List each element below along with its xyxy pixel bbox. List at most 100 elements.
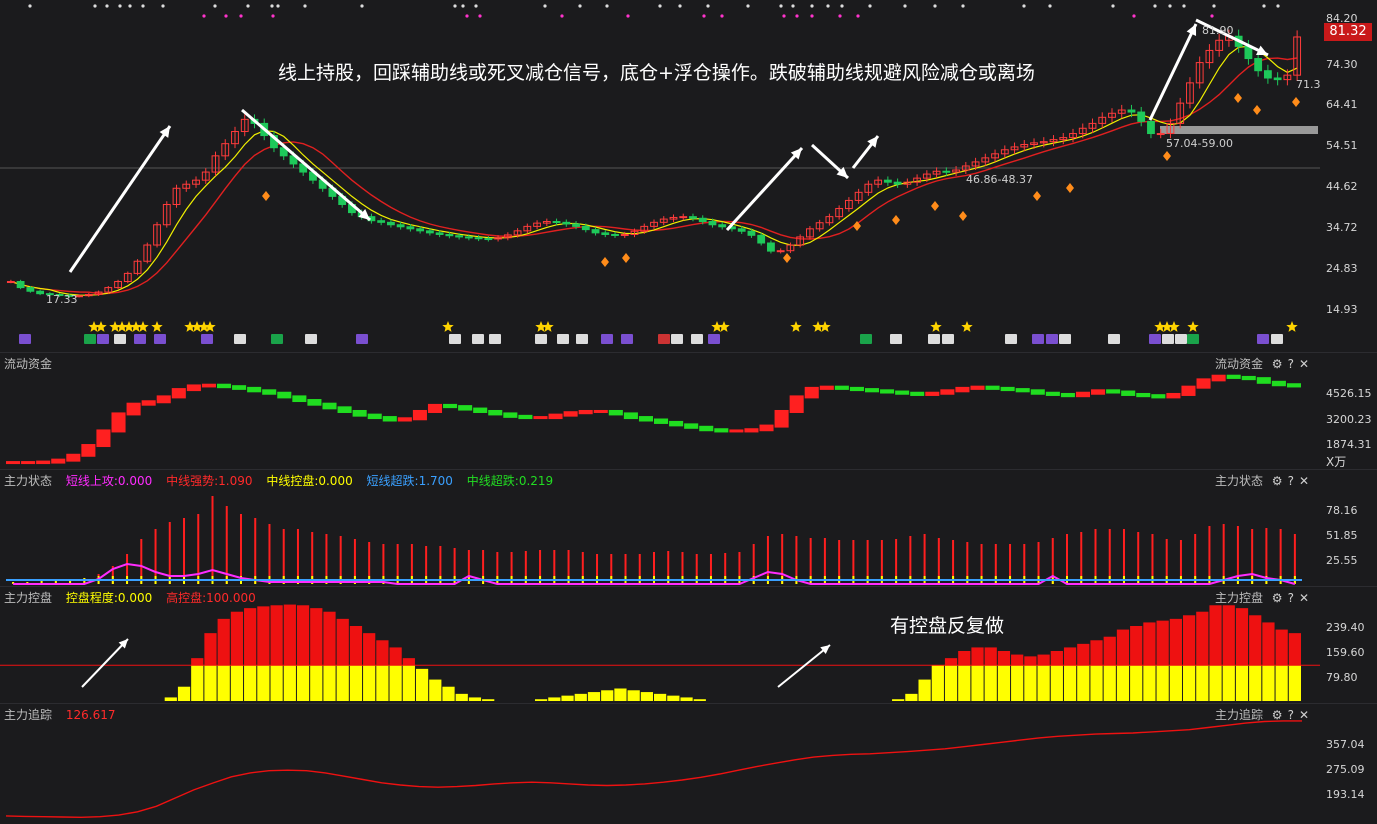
candle-body [757,234,766,244]
close-icon[interactable]: ✕ [1299,357,1309,371]
settings-icon[interactable]: ⚙ [1272,708,1283,722]
candle-body [581,225,590,231]
flow-segment [1211,374,1226,382]
state-panel-legend: 主力状态 短线上攻:0.000 中线强势:1.090 中线控盘:0.000 短线… [4,472,553,489]
control-bar-yellow [363,665,376,701]
trend-arrow [1148,23,1198,121]
top-marker [105,4,109,8]
flow-segment [1045,391,1060,396]
track-panel-controls: 主力追踪 ⚙? ✕ [1215,706,1309,723]
close-icon[interactable]: ✕ [1299,474,1309,488]
top-marker [746,4,750,8]
control-bar-red [1235,608,1249,666]
candle-body [425,230,434,234]
signal-badge [576,334,588,344]
flow-segment [186,384,201,392]
control-bar-yellow [667,695,680,701]
price-axis-tick: 44.62 [1326,180,1358,193]
legend-mid-oversold: 中线超跌:0.219 [466,474,554,488]
signal-badge [1149,334,1161,344]
signal-badge [1059,334,1071,344]
control-bar-yellow [905,693,918,701]
control-bar-red [296,605,310,666]
zone-label-1: 57.04-59.00 [1166,137,1233,150]
price-axis-tick: 54.51 [1326,139,1358,152]
flow-segment [834,385,849,390]
legend-mid-strong: 中线强势:1.090 [166,474,253,488]
trend-arrow [725,146,804,232]
control-bar-yellow [177,686,191,701]
flow-axis-tick: 3200.23 [1326,413,1372,426]
flow-segment [1226,374,1241,379]
flow-segment [729,429,744,433]
control-panel: 主力控盘 控盘程度:0.000 高控盘:100.000 有控盘反复做 主力控盘 … [0,586,1377,704]
help-icon[interactable]: ? [1288,708,1294,722]
close-icon[interactable]: ✕ [1299,708,1309,722]
control-bar-yellow [1262,665,1275,701]
control-bar-yellow [1275,665,1288,701]
flow-segment [473,407,488,413]
signal-star [151,321,163,332]
control-bar-red [1262,622,1275,666]
flow-segment [6,461,21,465]
control-bar-yellow [402,665,415,701]
top-marker [961,4,965,8]
candle-body [572,223,580,227]
flow-panel-title-right: 流动资金 [1214,357,1263,371]
signal-badge [84,334,96,344]
control-bar-yellow [1249,665,1262,701]
control-bar-yellow [892,699,905,701]
resistance-zone [1160,126,1318,134]
flow-segment [518,414,533,420]
top-marker [1262,4,1266,8]
control-bar-red [1050,651,1063,666]
signal-diamond [1033,191,1041,201]
candle-body [377,220,386,223]
flow-segment [458,405,473,411]
flow-unit: X万 [1326,455,1347,469]
help-icon[interactable]: ? [1288,357,1294,371]
control-bar-red [336,618,349,666]
control-bar-red [204,633,217,666]
high-price-label: 81.90 [1202,24,1234,37]
low-price-label: 17.33 [46,293,78,306]
state-axis-tick: 78.16 [1326,504,1358,517]
candle-body [708,221,717,226]
control-bar-red [1196,611,1209,666]
control-bar-yellow [230,665,244,701]
flow-segment [337,406,352,413]
settings-icon[interactable]: ⚙ [1272,474,1283,488]
top-marker-pink [560,14,564,18]
state-axis-tick: 25.55 [1326,554,1358,567]
control-bar-red [944,658,958,666]
control-bar-yellow [614,688,627,701]
flow-segment [1015,388,1030,393]
candle-body [1273,77,1282,81]
flow-segment [367,413,382,420]
settings-icon[interactable]: ⚙ [1272,357,1283,371]
candle-body [562,221,571,225]
flow-segment [1196,378,1211,389]
control-bar-yellow [640,692,653,701]
top-marker [453,4,457,8]
settings-icon[interactable]: ⚙ [1272,591,1283,605]
top-marker [826,4,830,8]
top-marker [93,4,97,8]
candle-body [698,217,707,223]
control-bar-yellow [680,697,693,701]
flow-segment [925,391,940,396]
candle-body [737,228,746,232]
signal-badge [1046,334,1058,344]
help-icon[interactable]: ? [1288,591,1294,605]
close-icon[interactable]: ✕ [1299,591,1309,605]
control-annotation: 有控盘反复做 [890,615,1005,637]
flow-segment [216,383,232,389]
flow-segment [322,402,337,410]
top-marker [810,4,814,8]
candle-body [591,229,600,234]
top-marker [128,4,132,8]
control-bar-red [257,606,270,666]
flow-segment [156,395,171,404]
help-icon[interactable]: ? [1288,474,1294,488]
flow-segment [1166,392,1181,399]
